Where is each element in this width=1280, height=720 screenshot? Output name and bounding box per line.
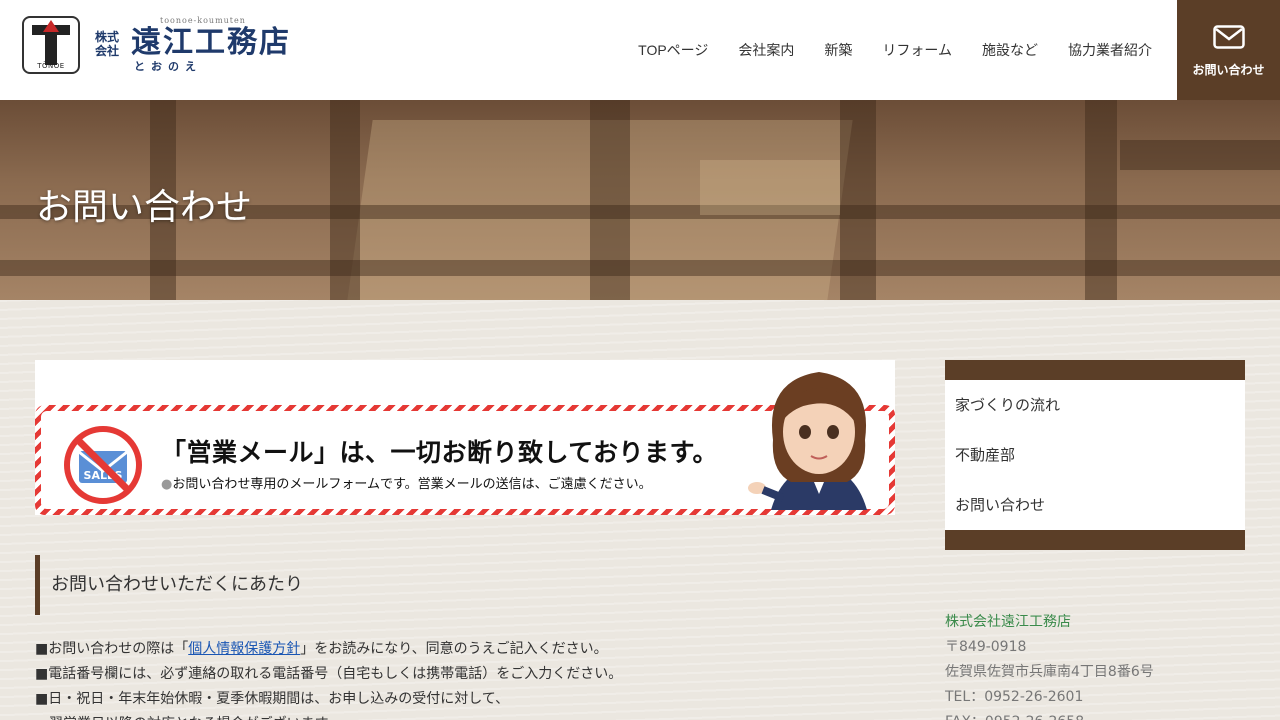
- note-privacy-pre: ■お問い合わせの際は「: [35, 641, 189, 657]
- company-fax: FAX：0952-26-2658: [945, 710, 1245, 720]
- hero-post: [330, 100, 360, 300]
- logo-mark-text: TŌNOE: [37, 62, 65, 70]
- mail-icon: [1213, 25, 1245, 49]
- company-name: 株式会社遠江工務店: [945, 614, 1071, 630]
- logo-romaji: toonoe-koumuten: [160, 16, 246, 25]
- banner-subtext: ●お問い合わせ専用のメールフォームです。営業メールの送信は、ご遠慮ください。: [161, 473, 652, 492]
- note-privacy-post: 」をお読みになり、同意のうえご記入ください。: [300, 641, 608, 657]
- logo-mark[interactable]: TŌNOE: [22, 16, 80, 74]
- privacy-policy-link[interactable]: 個人情報保護方針: [188, 641, 300, 657]
- company-info: 株式会社遠江工務店 〒849-0918 佐賀県佐賀市兵庫南4丁目8番6号 TEL…: [945, 610, 1245, 720]
- contact-notes: ■お問い合わせの際は「個人情報保護方針」をお読みになり、同意のうえご記入ください…: [35, 637, 895, 720]
- sidebar-item-contact[interactable]: お問い合わせ: [945, 480, 1245, 530]
- note-holidays-cont: 翌営業日以降の対応となる場合がございます。: [35, 712, 895, 720]
- site-header: TŌNOE 株式会社 toonoe-koumuten 遠江工務店 とおのえ TO…: [0, 0, 1280, 100]
- bullet-dot: ●: [161, 477, 173, 492]
- note-phone: ■電話番号欄には、必ず連絡の取れる電話番号（自宅もしくは携帯電話）をご入力くださ…: [35, 666, 623, 682]
- company-tel: TEL：0952-26-2601: [945, 689, 1084, 705]
- logo-kana: とおのえ: [134, 60, 202, 73]
- hero-post: [590, 100, 630, 300]
- company-zip: 〒849-0918: [945, 639, 1027, 655]
- main-content: SALES 「営業メール」は、一切お断り致しております。 ●お問い合わせ専用のメ…: [0, 300, 1280, 720]
- hero-post: [1085, 100, 1117, 300]
- page-title: お問い合わせ: [36, 187, 253, 228]
- nav-reform[interactable]: リフォーム: [882, 40, 952, 60]
- note-holidays: ■日・祝日・年末年始休暇・夏季休暇期間は、お申し込みの受付に対して、: [35, 691, 510, 707]
- nav-new-build[interactable]: 新築: [824, 40, 852, 60]
- hero-post: [840, 100, 876, 300]
- logo-kabushiki: 株式会社: [95, 30, 120, 58]
- section-heading: お問い合わせいただくにあたり: [35, 555, 895, 615]
- hero-lumber-stack: [1120, 140, 1280, 170]
- main-nav: TOPページ 会社案内 新築 リフォーム 施設など 協力業者紹介: [608, 0, 1152, 100]
- nav-company[interactable]: 会社案内: [738, 40, 794, 60]
- hero-wood-block: [700, 160, 840, 215]
- sidebar-menu: 家づくりの流れ 不動産部 お問い合わせ: [945, 360, 1245, 550]
- company-address: 佐賀県佐賀市兵庫南4丁目8番6号: [945, 664, 1154, 680]
- nav-facilities[interactable]: 施設など: [982, 40, 1038, 60]
- sidebar-item-real-estate[interactable]: 不動産部: [945, 430, 1245, 480]
- logo-company-name[interactable]: 遠江工務店: [131, 26, 291, 60]
- banner-subtext-body: お問い合わせ専用のメールフォームです。営業メールの送信は、ご遠慮ください。: [172, 477, 652, 492]
- banner-headline: 「営業メール」は、一切お断り致しております。: [161, 438, 719, 467]
- nav-partners[interactable]: 協力業者紹介: [1068, 40, 1152, 60]
- hero-banner: お問い合わせ: [0, 100, 1280, 300]
- nav-top[interactable]: TOPページ: [638, 40, 708, 60]
- logo-t-stem: [45, 35, 57, 65]
- staff-avatar-illustration: [748, 372, 867, 510]
- logo-triangle: [43, 20, 59, 32]
- no-sales-email-banner: SALES 「営業メール」は、一切お断り致しております。 ●お問い合わせ専用のメ…: [35, 360, 895, 515]
- sidebar-item-house-flow[interactable]: 家づくりの流れ: [945, 380, 1245, 430]
- no-sales-email-icon: SALES: [64, 426, 142, 504]
- header-contact-label: お問い合わせ: [1192, 63, 1265, 77]
- note-privacy: ■お問い合わせの際は「個人情報保護方針」をお読みになり、同意のうえご記入ください…: [35, 637, 895, 662]
- header-contact-button[interactable]: お問い合わせ: [1177, 0, 1280, 100]
